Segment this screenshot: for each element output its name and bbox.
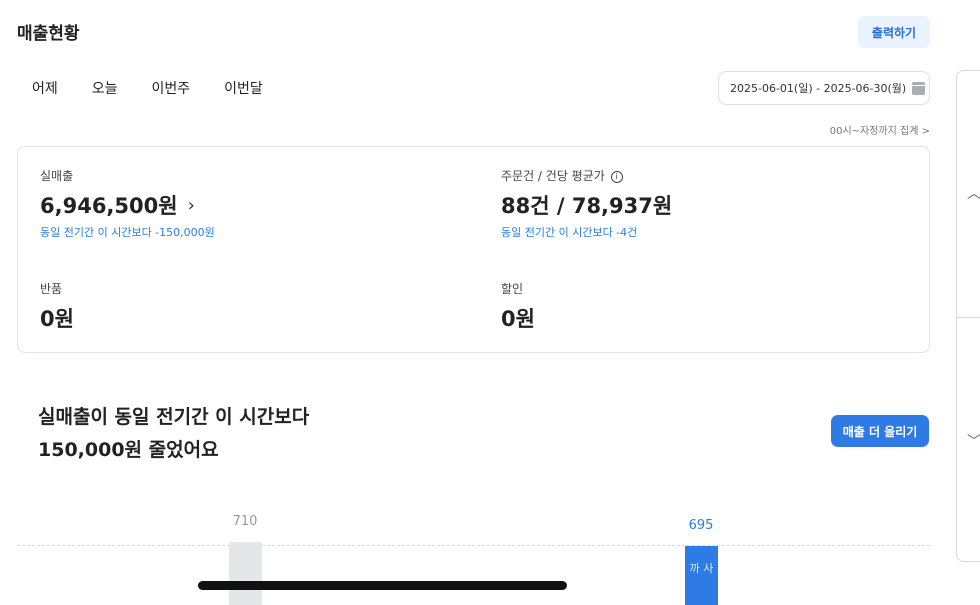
date-range-text: 2025-06-01(일) - 2025-06-30(월) <box>730 82 907 95</box>
discount-metric: 할인 0원 <box>501 280 535 333</box>
net-sales-value-row[interactable]: 6,946,500원 › <box>40 190 215 220</box>
bar-inner-text: 까 사 <box>689 562 714 575</box>
range-tabs: 어제 오늘 이번주 이번달 <box>32 78 297 98</box>
print-button[interactable]: 출력하기 <box>858 16 930 48</box>
headline-line-2: 150,000원 줄었어요 <box>38 439 219 461</box>
orders-metric: 주문건 / 건당 평균가 i 88건 / 78,937원 동일 전기간 이 시간… <box>501 167 672 240</box>
summary-note-link[interactable]: 00시~자정까지 집계 > <box>830 122 930 137</box>
sales-headline: 실매출이 동일 전기간 이 시간보다 150,000원 줄었어요 <box>38 401 309 467</box>
side-panel: ︿ ﹀ <box>956 70 980 562</box>
info-icon[interactable]: i <box>610 170 623 183</box>
orders-compare: 동일 전기간 이 시간보다 -4건 <box>501 226 638 239</box>
summary-card: 실매출 6,946,500원 › 동일 전기간 이 시간보다 -150,000원… <box>17 146 930 353</box>
tab-this-week[interactable]: 이번주 <box>152 78 191 98</box>
returns-value: 0원 <box>40 307 74 331</box>
date-range-picker[interactable]: 2025-06-01(일) - 2025-06-30(월) <box>718 71 930 105</box>
bar-data-label: 695 <box>688 518 714 533</box>
tab-today[interactable]: 오늘 <box>92 78 118 98</box>
calendar-icon <box>912 81 926 95</box>
chart-bar <box>229 542 262 605</box>
orders-value: 88건 / 78,937원 <box>501 194 673 218</box>
bar-data-label: 710 <box>232 514 258 529</box>
net-sales-value: 6,946,500원 <box>40 194 178 218</box>
net-sales-label: 실매출 <box>40 169 74 183</box>
chart-baseline <box>17 545 930 546</box>
home-indicator <box>198 581 567 590</box>
discount-value: 0원 <box>501 307 535 331</box>
net-sales-compare: 동일 전기간 이 시간보다 -150,000원 <box>40 226 215 239</box>
net-sales-metric: 실매출 6,946,500원 › 동일 전기간 이 시간보다 -150,000원 <box>40 167 215 240</box>
returns-label: 반품 <box>40 282 63 296</box>
headline-line-1: 실매출이 동일 전기간 이 시간보다 <box>38 406 310 428</box>
tab-yesterday[interactable]: 어제 <box>32 78 58 98</box>
discount-label: 할인 <box>501 282 524 296</box>
returns-metric: 반품 0원 <box>40 280 74 333</box>
chevron-down-icon[interactable]: ﹀ <box>967 431 980 451</box>
side-divider <box>957 317 980 318</box>
orders-label-row: 주문건 / 건당 평균가 i <box>501 167 672 184</box>
chevron-right-icon[interactable]: › <box>188 195 195 216</box>
tab-this-month[interactable]: 이번달 <box>224 78 263 98</box>
chevron-up-icon[interactable]: ︿ <box>967 183 980 203</box>
orders-label: 주문건 / 건당 평균가 <box>501 169 605 183</box>
page-title: 매출현황 <box>17 24 80 44</box>
boost-sales-button[interactable]: 매출 더 올리기 <box>831 415 929 447</box>
chart-bar: 까 사 <box>685 546 718 605</box>
